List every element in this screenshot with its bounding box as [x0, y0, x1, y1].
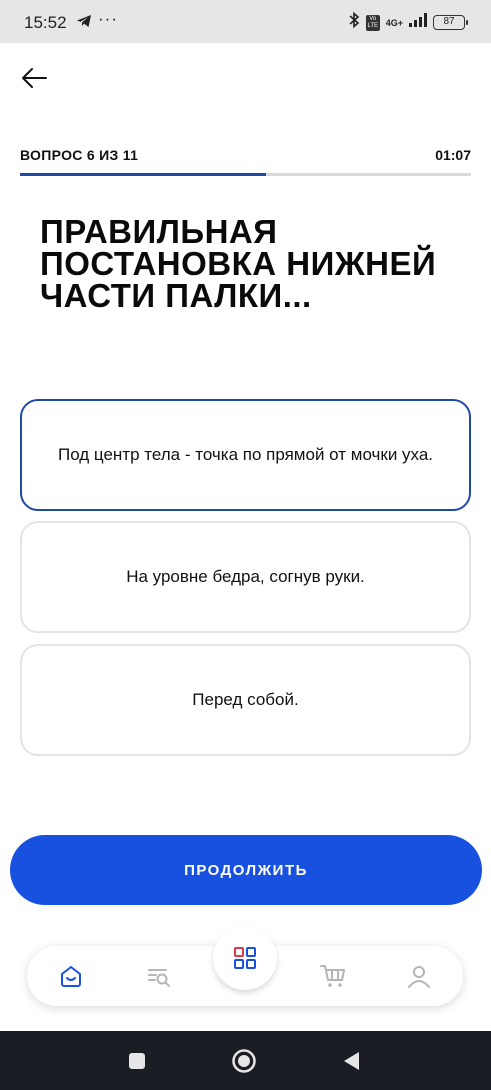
- answer-option-3[interactable]: Перед собой.: [20, 644, 471, 756]
- cart-icon: [320, 965, 345, 987]
- back-system-button[interactable]: [338, 1048, 364, 1074]
- nav-home[interactable]: [56, 961, 86, 991]
- signal-icon: [409, 13, 427, 32]
- back-button[interactable]: [14, 60, 54, 96]
- profile-icon: [408, 966, 430, 988]
- home-icon: [61, 966, 81, 987]
- recents-button[interactable]: [124, 1048, 150, 1074]
- answer-option-1[interactable]: Под центр тела - точка по прямой от мочк…: [20, 399, 471, 511]
- circle-icon: [232, 1049, 256, 1073]
- continue-button[interactable]: ПРОДОЛЖИТЬ: [10, 835, 482, 905]
- status-bar: 15:52 ··· Vo LTE 4G+ 87: [0, 0, 491, 43]
- nav-profile[interactable]: [404, 961, 434, 991]
- more-notifications-icon: ···: [98, 9, 118, 28]
- arrow-left-icon: [22, 68, 47, 88]
- nav-search-list[interactable]: [144, 961, 174, 991]
- progress-fill: [20, 173, 266, 176]
- bluetooth-icon: [348, 11, 360, 33]
- network-type: 4G+: [385, 17, 403, 28]
- answer-text: Под центр тела - точка по прямой от мочк…: [57, 445, 434, 464]
- question-counter: ВОПРОС 6 ИЗ 11: [20, 147, 139, 163]
- square-icon: [129, 1053, 145, 1069]
- status-time: 15:52: [24, 13, 67, 32]
- volte-icon: Vo LTE: [365, 14, 380, 31]
- nav-cart[interactable]: [318, 961, 348, 991]
- answer-text: На уровне бедра, согнув руки.: [126, 567, 365, 586]
- home-system-button[interactable]: [231, 1048, 257, 1074]
- telegram-icon: [76, 14, 92, 33]
- progress-bar: [20, 173, 471, 176]
- answer-text: Перед собой.: [192, 690, 299, 709]
- nav-catalog[interactable]: [213, 926, 277, 990]
- answer-option-2[interactable]: На уровне бедра, согнув руки.: [20, 521, 471, 633]
- bottom-navigation: [27, 926, 463, 1006]
- system-navigation-bar: [0, 1031, 491, 1090]
- search-list-icon: [148, 969, 170, 987]
- battery-icon: 87: [433, 15, 468, 30]
- quiz-timer: 01:07: [435, 147, 471, 163]
- question-title: ПРАВИЛЬНАЯ ПОСТАНОВКА НИЖНЕЙ ЧАСТИ ПАЛКИ…: [40, 213, 437, 314]
- triangle-back-icon: [344, 1052, 359, 1070]
- catalog-grid-icon: [234, 947, 256, 969]
